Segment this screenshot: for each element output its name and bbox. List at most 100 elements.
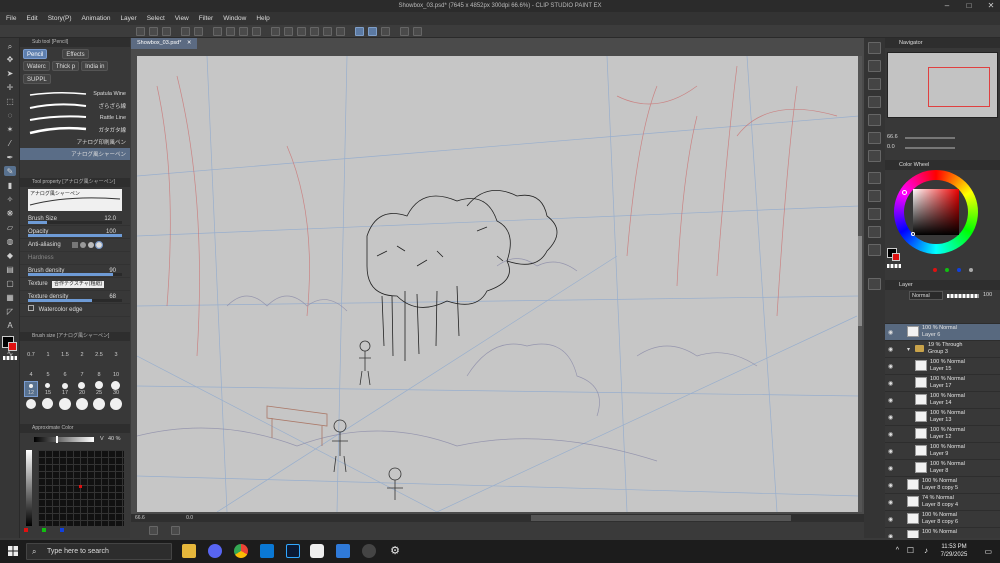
ruler-icon[interactable] <box>284 26 293 36</box>
file-explorer-icon[interactable] <box>182 544 196 558</box>
eraser-tool-icon[interactable]: ▱ <box>4 222 16 232</box>
snap-grid-icon[interactable] <box>381 26 390 36</box>
antialias-medium-icon[interactable] <box>88 242 94 248</box>
lasso-tool-icon[interactable]: ◌ <box>4 110 16 120</box>
invert-icon[interactable] <box>310 26 319 36</box>
size-label[interactable]: 20 <box>76 390 88 396</box>
menu-filter[interactable]: Filter <box>199 15 213 22</box>
size-label[interactable]: 7 <box>76 372 88 378</box>
size-label[interactable]: 5 <box>42 372 54 378</box>
brush-size-row[interactable]: Brush Size 12.0 <box>20 213 130 226</box>
layer-row[interactable]: ◉ 100 % Normal Layer 9 <box>885 443 1000 460</box>
size-label[interactable]: 25 <box>93 390 105 396</box>
subtool-tab-thick[interactable]: Thick p <box>51 61 80 71</box>
texture-density-slider[interactable] <box>28 299 122 302</box>
folder-expand-icon[interactable]: ▾ <box>907 346 910 353</box>
watercolor-edge-checkbox[interactable] <box>28 305 34 311</box>
text-tool-icon[interactable]: A <box>4 320 16 330</box>
canvas-tab-close-icon[interactable]: ✕ <box>187 40 192 46</box>
blend-tool-icon[interactable]: ◍ <box>4 236 16 246</box>
zoom-tool-icon[interactable]: ⌕ <box>4 42 16 52</box>
visibility-eye-icon[interactable]: ◉ <box>888 363 893 370</box>
chrome-icon[interactable] <box>234 544 248 558</box>
brush-item[interactable]: Spatula Wine <box>20 88 130 100</box>
brush-item-active[interactable]: アナログ風シャーペン <box>20 148 130 160</box>
brush-density-row[interactable]: Brush density 90 <box>20 265 130 278</box>
sub-view-toggle-icon[interactable] <box>868 60 881 72</box>
network-icon[interactable]: ☐ <box>907 546 914 555</box>
menu-window[interactable]: Window <box>223 15 246 22</box>
clock-date[interactable]: 7/29/2025 <box>934 552 974 558</box>
size-label[interactable]: 1 <box>42 352 54 358</box>
layer-row[interactable]: ◉ 100 % Normal Layer 17 <box>885 375 1000 392</box>
minimize-icon[interactable]: – <box>942 0 952 12</box>
color-set-toggle-icon[interactable] <box>868 190 881 202</box>
value-slider[interactable] <box>34 436 94 443</box>
grid-icon[interactable] <box>271 26 280 36</box>
visibility-eye-icon[interactable]: ◉ <box>888 346 893 353</box>
right-transparent-swatch[interactable] <box>887 264 901 268</box>
brush-density-slider[interactable] <box>28 273 122 276</box>
figure-tool-icon[interactable]: ▢ <box>4 278 16 288</box>
saturation-marker[interactable] <box>911 232 915 236</box>
size-label[interactable]: 17 <box>59 390 71 396</box>
selection-icon[interactable] <box>336 26 345 36</box>
visibility-eye-icon[interactable]: ◉ <box>888 465 893 472</box>
navigator-angle-readout[interactable]: 0.0 <box>887 144 895 150</box>
hand-tool-icon[interactable]: ✥ <box>4 54 16 64</box>
snap-special-ruler-icon[interactable] <box>368 26 377 36</box>
canvas-horizontal-scrollbar[interactable] <box>531 515 791 521</box>
selection-tool-icon[interactable]: ⬚ <box>4 96 16 106</box>
color-history-toggle-icon[interactable] <box>868 244 881 256</box>
color-wheel-ring[interactable] <box>894 170 978 254</box>
opacity-slider[interactable] <box>28 234 122 237</box>
size-dot[interactable] <box>110 398 122 410</box>
approx-color-grid[interactable] <box>38 450 124 526</box>
crop-icon[interactable] <box>297 26 306 36</box>
subtool-tab-waterc[interactable]: Waterc <box>23 61 50 71</box>
size-dot[interactable] <box>76 398 88 410</box>
layer-row[interactable]: ◉ 100 % Normal Layer 14 <box>885 392 1000 409</box>
canvas-angle-readout[interactable]: 0.0 <box>186 515 193 521</box>
subtool-tab-pencil[interactable]: Pencil <box>23 49 48 59</box>
visibility-eye-icon[interactable]: ◉ <box>888 329 893 336</box>
eyedropper-tool-icon[interactable]: ⁄ <box>4 138 16 148</box>
brush-item[interactable]: Rattle Line <box>20 112 130 124</box>
layer-row[interactable]: ◉ 100 % Normal Layer 12 <box>885 426 1000 443</box>
size-dot[interactable] <box>62 383 68 389</box>
transform-icon[interactable] <box>226 26 235 36</box>
move-layer-tool-icon[interactable]: ✛ <box>4 82 16 92</box>
visibility-eye-icon[interactable]: ◉ <box>888 414 893 421</box>
size-label[interactable]: 0.7 <box>25 352 37 358</box>
size-label[interactable]: 15 <box>42 390 54 396</box>
visibility-eye-icon[interactable]: ◉ <box>888 499 893 506</box>
visibility-eye-icon[interactable]: ◉ <box>888 380 893 387</box>
layer-search-toggle-icon[interactable] <box>868 150 881 162</box>
navigator-preview[interactable] <box>887 52 998 118</box>
menu-animation[interactable]: Animation <box>82 15 111 22</box>
menu-help[interactable]: Help <box>256 15 269 22</box>
fill-tool-icon[interactable]: ◆ <box>4 250 16 260</box>
canvas-vertical-scroll-thumb[interactable] <box>858 236 862 326</box>
canvas-zoom-readout[interactable]: 66.6 <box>135 515 145 521</box>
snap-ruler-icon[interactable] <box>355 26 364 36</box>
menu-layer[interactable]: Layer <box>120 15 136 22</box>
brush-item[interactable]: ざらざら線 <box>20 100 130 112</box>
menu-select[interactable]: Select <box>147 15 165 22</box>
windows-start-icon[interactable] <box>8 546 18 556</box>
navigator-angle-slider[interactable] <box>905 147 955 149</box>
layer-row[interactable]: ◉ ▾ 19 % Through Group 3 <box>885 341 1000 358</box>
size-dot[interactable] <box>95 381 103 389</box>
taskbar-search-box[interactable]: ⌕ Type here to search <box>26 543 172 560</box>
redo-icon[interactable] <box>194 26 203 36</box>
volume-icon[interactable]: ♪ <box>924 546 928 555</box>
antialias-row[interactable]: Anti-aliasing <box>20 239 130 252</box>
ruler-tool-icon[interactable]: ◸ <box>4 306 16 316</box>
size-dot[interactable] <box>59 398 71 410</box>
undo-icon[interactable] <box>181 26 190 36</box>
obs-icon[interactable] <box>362 544 376 558</box>
layer-row[interactable]: ◉ 100 % Normal Layer 13 <box>885 409 1000 426</box>
visibility-eye-icon[interactable]: ◉ <box>888 431 893 438</box>
size-label[interactable]: 8 <box>93 372 105 378</box>
size-label[interactable]: 2 <box>76 352 88 358</box>
